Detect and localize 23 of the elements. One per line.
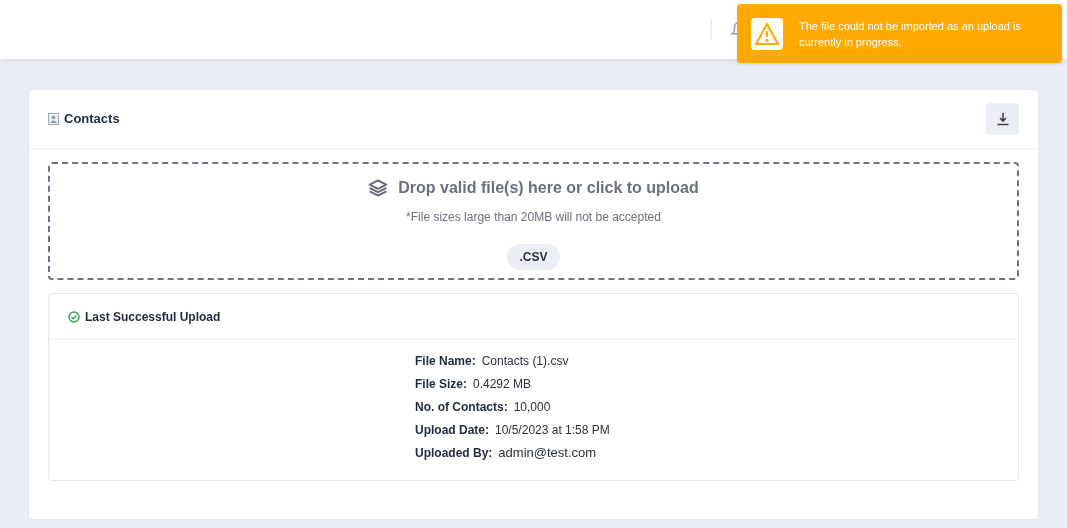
field-value: admin@test.com (498, 444, 597, 463)
field-label: File Name: (415, 353, 476, 370)
field-value: 0.4292 MB (473, 376, 532, 393)
layers-icon (368, 178, 389, 198)
check-circle-icon (68, 310, 80, 323)
field-value: 10/5/2023 at 1:58 PM (495, 422, 610, 439)
field-label: Uploaded By: (415, 445, 493, 462)
drop-zone-title: Drop valid file(s) here or click to upload (398, 178, 699, 198)
field-label: File Size: (415, 376, 467, 393)
drop-zone[interactable]: Drop valid file(s) here or click to upload *File sizes large than 20MB will not be accepted .CSV (48, 162, 1019, 280)
card-title: Contacts (64, 110, 120, 129)
format-tag: .CSV (507, 244, 560, 270)
download-button[interactable] (986, 103, 1019, 135)
field-value: 10,000 (513, 399, 551, 416)
toast-message: The file could not be imported as an upload is currently in progress. (799, 18, 1022, 50)
size-note: *File sizes large than 20MB will not be accepted (406, 209, 661, 226)
contact-icon (48, 113, 59, 125)
field-label: No. of Contacts: (415, 399, 508, 416)
field-label: Upload Date: (415, 422, 489, 439)
download-icon (995, 112, 1010, 126)
field-value: Contacts (1).csv (481, 353, 569, 370)
warning-icon (751, 17, 783, 50)
panel-title: Last Successful Upload (85, 308, 221, 326)
